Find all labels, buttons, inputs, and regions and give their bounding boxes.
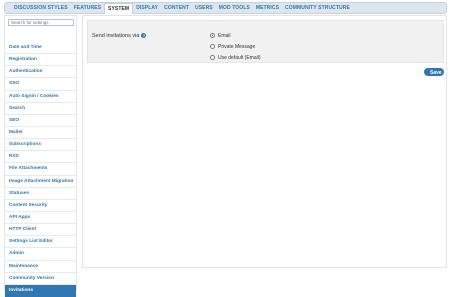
sidebar-item-http-client[interactable]: HTTP Client xyxy=(5,224,76,237)
tab-features[interactable]: FEATURES xyxy=(71,3,104,13)
sidebar-item-sso[interactable]: SSO xyxy=(5,78,76,91)
radio-label-private-message: Private Message xyxy=(218,43,256,50)
radio-button[interactable] xyxy=(210,55,215,60)
radio-label-use-default: Use default (Email) xyxy=(218,54,261,61)
sidebar-item-image-attachment-migration[interactable]: Image Attachment Migration xyxy=(5,176,76,188)
sidebar-item-registration[interactable]: Registration xyxy=(5,54,76,67)
radio-button[interactable] xyxy=(210,44,215,49)
invitation-settings-row: Send invitations via? Email Private Mess… xyxy=(87,20,444,63)
tab-metrics[interactable]: METRICS xyxy=(253,3,282,13)
sidebar-item-auto-signin[interactable]: Auto Signin / Cookies xyxy=(5,91,76,103)
sidebar-item-date-and-time[interactable]: Date and Time xyxy=(5,42,76,55)
settings-panel: Send invitations via? Email Private Mess… xyxy=(82,15,447,268)
send-invitations-label: Send invitations via xyxy=(92,33,140,39)
tab-content[interactable]: CONTENT xyxy=(161,3,192,13)
sidebar-item-api-apps[interactable]: API Apps xyxy=(5,212,76,225)
sidebar-item-invitations[interactable]: Invitations xyxy=(5,284,76,297)
setting-label: Send invitations via? xyxy=(92,33,147,39)
settings-tab-bar: DISCUSSION STYLES FEATURES SYSTEM DISPLA… xyxy=(4,2,447,14)
sidebar-item-file-attachments[interactable]: File Attachments xyxy=(5,163,76,176)
radio-label-email: Email xyxy=(218,32,231,39)
tab-display[interactable]: DISPLAY xyxy=(133,3,161,13)
radio-button-checked[interactable] xyxy=(210,33,215,38)
settings-nav: Date and Time Registration Authenticatio… xyxy=(5,42,76,297)
radio-option-use-default[interactable]: Use default (Email) xyxy=(210,52,261,63)
settings-search-input[interactable] xyxy=(8,19,74,26)
tab-community-structure[interactable]: COMMUNITY STRUCTURE xyxy=(282,3,353,13)
sidebar-item-mailer[interactable]: Mailer xyxy=(5,127,76,140)
tab-mod-tools[interactable]: MOD TOOLS xyxy=(216,3,253,13)
save-button[interactable]: Save xyxy=(424,68,444,76)
invitation-method-radio-group: Email Private Message Use default (Email… xyxy=(210,30,261,63)
sidebar-item-seo[interactable]: SEO xyxy=(5,115,76,127)
tab-system[interactable]: SYSTEM xyxy=(104,2,134,14)
sidebar-item-settings-list-editor[interactable]: Settings List Editor xyxy=(5,236,76,249)
tab-users[interactable]: USERS xyxy=(192,3,216,13)
sidebar-item-maintenance[interactable]: Maintenance xyxy=(5,261,76,273)
sidebar-item-community-version[interactable]: Community Version xyxy=(5,273,76,285)
help-icon[interactable]: ? xyxy=(141,33,147,39)
sidebar-item-statuses[interactable]: Statuses xyxy=(5,188,76,200)
sidebar-item-rss[interactable]: RSS xyxy=(5,151,76,164)
sidebar-item-content-security[interactable]: Content Security xyxy=(5,200,76,212)
sidebar-item-authentication[interactable]: Authentication xyxy=(5,66,76,79)
tab-discussion-styles[interactable]: DISCUSSION STYLES xyxy=(11,3,71,13)
sidebar-item-subscriptions[interactable]: Subscriptions xyxy=(5,139,76,152)
settings-sidebar: Date and Time Registration Authenticatio… xyxy=(4,15,77,297)
sidebar-item-search[interactable]: Search xyxy=(5,103,76,115)
radio-option-private-message[interactable]: Private Message xyxy=(210,41,261,52)
sidebar-item-admin[interactable]: Admin xyxy=(5,248,76,261)
radio-option-email[interactable]: Email xyxy=(210,30,261,41)
